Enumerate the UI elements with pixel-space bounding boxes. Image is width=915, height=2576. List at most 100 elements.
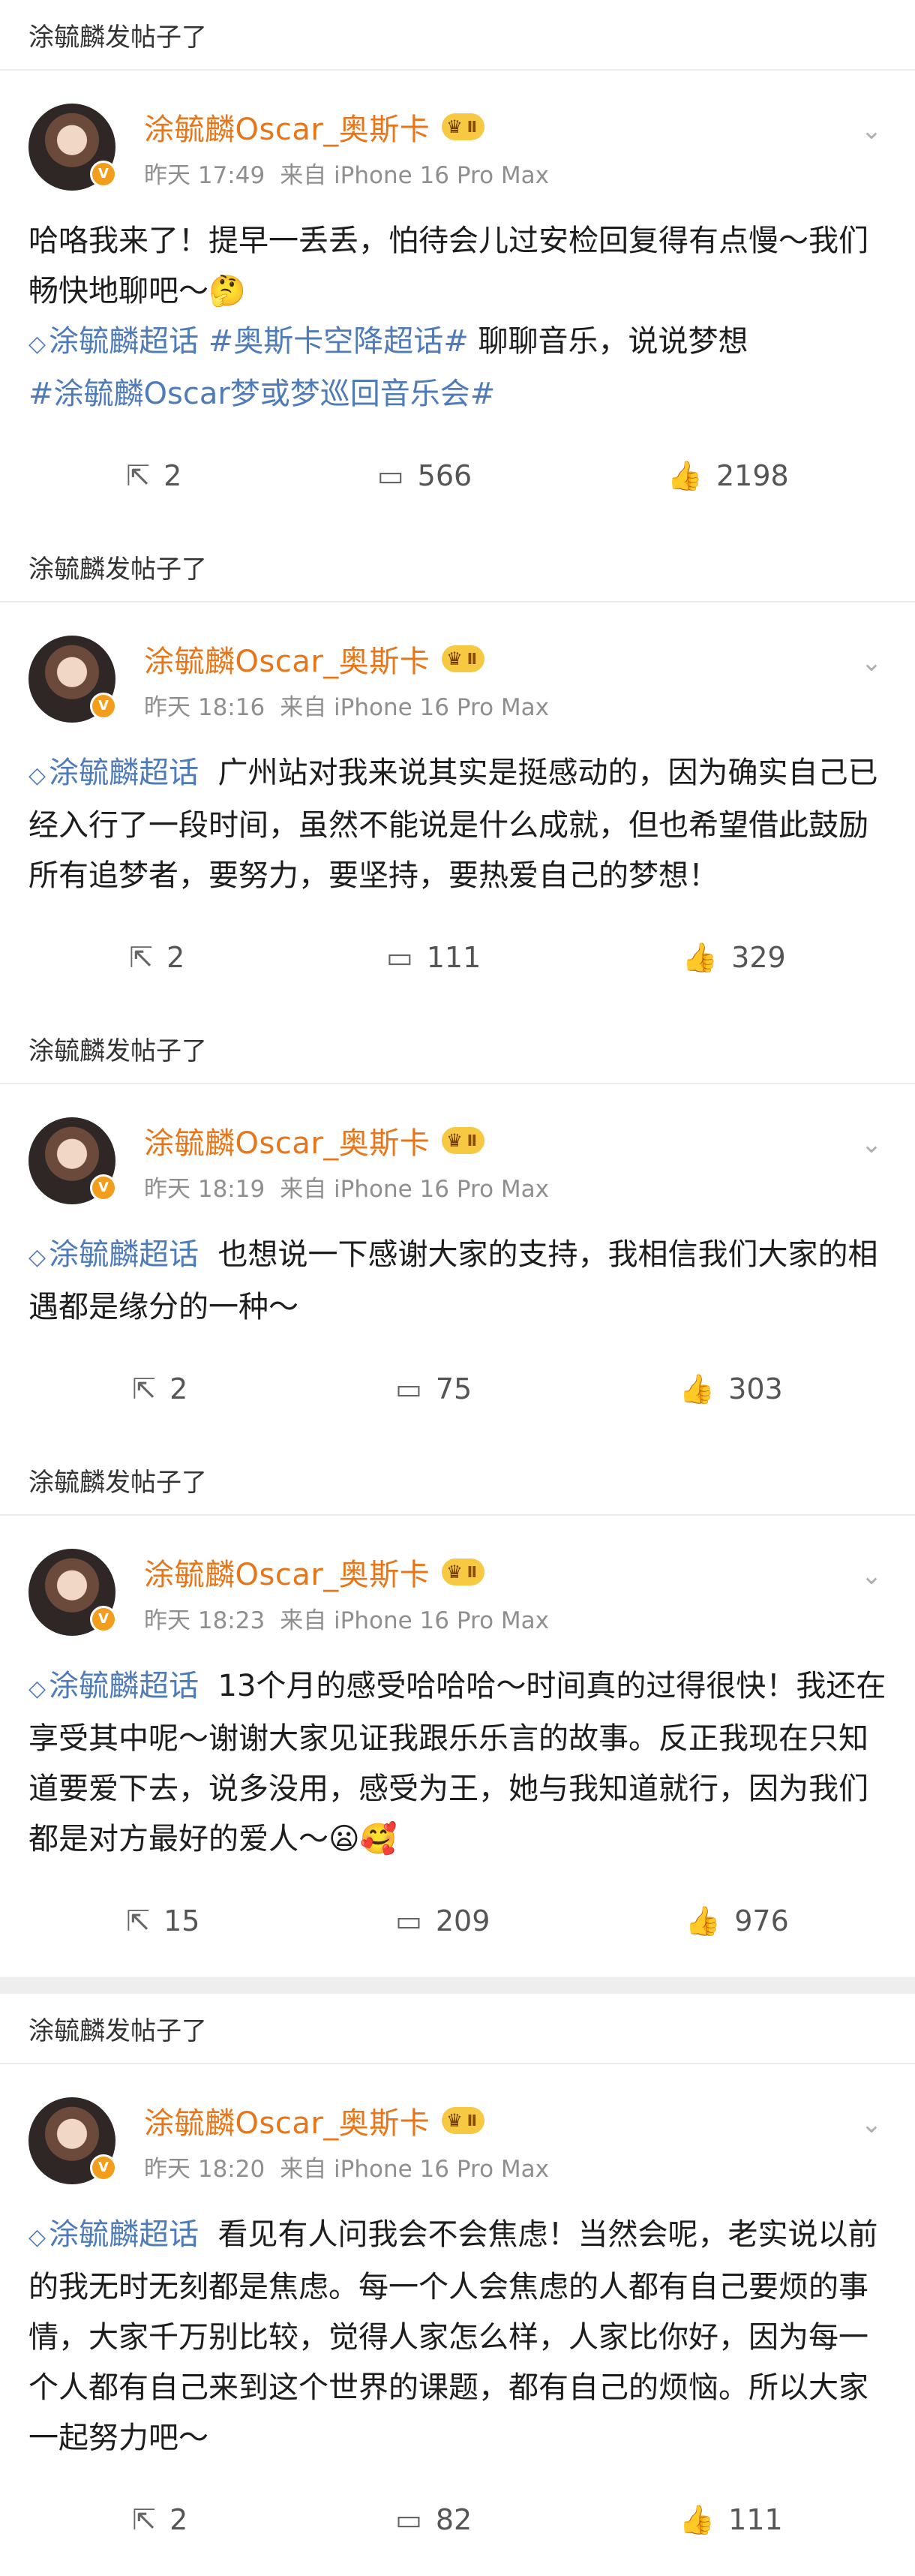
chevron-down-icon[interactable]: ⌄	[856, 1561, 886, 1591]
crown-icon: ♛	[446, 116, 463, 137]
share-icon: ⇱	[126, 1904, 151, 1937]
crown-icon: ♛	[446, 1562, 463, 1583]
comment-button[interactable]: ▭ 75	[395, 1372, 472, 1405]
section-header: 涂毓麟发帖子了	[0, 1445, 915, 1516]
post[interactable]: V 涂毓麟Oscar_奥斯卡 ♛ Ⅱ 昨天 17:49 来自 iPhone 16 P…	[0, 71, 915, 532]
comment-icon: ▭	[394, 1372, 422, 1405]
post-card: 涂毓麟发帖子了 V 涂毓麟Oscar_奥斯卡 ♛ Ⅱ 昨天 18:19 来自 iPh…	[0, 1014, 915, 1445]
verified-badge: V	[90, 1606, 117, 1633]
post[interactable]: V 涂毓麟Oscar_奥斯卡 ♛ Ⅱ 昨天 18:19 来自 iPhone 16 P…	[0, 1084, 915, 1445]
post-time: 昨天 18:16	[144, 694, 266, 721]
diamond-icon: ◇	[28, 2224, 46, 2250]
comment-icon: ▭	[376, 459, 404, 492]
diamond-icon: ◇	[28, 1244, 46, 1270]
author-name[interactable]: 涂毓麟Oscar_奥斯卡	[144, 2099, 430, 2142]
author-name[interactable]: 涂毓麟Oscar_奥斯卡	[144, 1119, 430, 1162]
comment-icon: ▭	[386, 941, 413, 974]
thumbs-up-icon: 👍	[682, 940, 718, 974]
post-source: 来自 iPhone 16 Pro Max	[280, 1176, 549, 1203]
topic-tag[interactable]: ◇ 涂毓麟超话	[28, 324, 199, 359]
avatar[interactable]: V	[28, 1117, 117, 1204]
verified-badge: V	[90, 693, 117, 720]
fan-badge[interactable]: ♛ Ⅱ	[442, 1127, 484, 1154]
verified-badge: V	[90, 1174, 117, 1201]
section-divider	[0, 1977, 915, 1994]
avatar[interactable]: V	[28, 104, 117, 191]
chevron-down-icon[interactable]: ⌄	[856, 1129, 886, 1159]
section-header: 涂毓麟发帖子了	[0, 0, 915, 71]
post-time: 昨天 18:19	[144, 1176, 266, 1203]
post-source: 来自 iPhone 16 Pro Max	[280, 2156, 549, 2183]
post-source: 来自 iPhone 16 Pro Max	[280, 694, 549, 721]
section-header: 涂毓麟发帖子了	[0, 1014, 915, 1084]
author-name[interactable]: 涂毓麟Oscar_奥斯卡	[144, 1550, 430, 1594]
topic-tag[interactable]: #涂毓麟Oscar梦或梦巡回音乐会#	[28, 377, 495, 411]
share-icon: ⇱	[129, 941, 154, 974]
post-text: ◇ 涂毓麟超话 13个月的感受哈哈哈～时间真的过得很快！我还在享受其中呢～谢谢大家…	[28, 1669, 886, 1856]
repost-button[interactable]: ⇱ 2	[129, 941, 184, 974]
avatar[interactable]: V	[28, 2097, 117, 2184]
author-name[interactable]: 涂毓麟Oscar_奥斯卡	[144, 637, 430, 681]
post-source: 来自 iPhone 16 Pro Max	[280, 162, 549, 189]
comment-button[interactable]: ▭ 82	[395, 2503, 472, 2536]
post-card: 涂毓麟发帖子了 V 涂毓麟Oscar_奥斯卡 ♛ Ⅱ 昨天 18:16 来自 iPh…	[0, 532, 915, 1014]
thumbs-up-icon: 👍	[679, 2502, 716, 2536]
share-icon: ⇱	[132, 2503, 157, 2536]
like-button[interactable]: 👍 111	[680, 2503, 783, 2537]
feed: 涂毓麟发帖子了 V 涂毓麟Oscar_奥斯卡 ♛ Ⅱ 昨天 17:49 来自 iPh…	[0, 0, 915, 2576]
verified-badge: V	[90, 2154, 117, 2181]
chevron-down-icon[interactable]: ⌄	[856, 648, 886, 678]
post-text: ◇ 涂毓麟超话 也想说一下感谢大家的支持，我相信我们大家的相遇都是缘分的一种～	[28, 1237, 878, 1324]
diamond-icon: ◇	[28, 762, 46, 789]
topic-tag[interactable]: ◇ 涂毓麟超话	[28, 756, 199, 790]
share-icon: ⇱	[126, 459, 151, 492]
post-card: 涂毓麟发帖子了 V 涂毓麟Oscar_奥斯卡 ♛ Ⅱ 昨天 17:49 来自 iPh…	[0, 0, 915, 532]
comment-button[interactable]: ▭ 209	[395, 1904, 490, 1937]
like-button[interactable]: 👍 2198	[668, 459, 789, 493]
post-time: 昨天 18:23	[144, 1607, 266, 1634]
post-time: 昨天 18:20	[144, 2156, 266, 2183]
post-card: 涂毓麟发帖子了 V 涂毓麟Oscar_奥斯卡 ♛ Ⅱ 昨天 18:20 来自 iPh…	[0, 1994, 915, 2576]
crown-icon: ♛	[446, 648, 463, 669]
repost-button[interactable]: ⇱ 2	[132, 1372, 188, 1405]
post-source: 来自 iPhone 16 Pro Max	[280, 1607, 549, 1634]
post-time: 昨天 17:49	[144, 162, 266, 189]
crown-icon: ♛	[446, 1130, 463, 1151]
like-button[interactable]: 👍 976	[686, 1904, 789, 1938]
repost-button[interactable]: ⇱ 15	[126, 1904, 200, 1937]
avatar[interactable]: V	[28, 1549, 117, 1636]
diamond-icon: ◇	[28, 331, 46, 357]
section-header: 涂毓麟发帖子了	[0, 532, 915, 603]
topic-tag[interactable]: #奥斯卡空降超话#	[208, 324, 469, 359]
post-text: ◇ 涂毓麟超话 广州站对我来说其实是挺感动的，因为确实自己已经入行了一段时间，虽然…	[28, 756, 878, 893]
chevron-down-icon[interactable]: ⌄	[856, 2109, 886, 2139]
like-button[interactable]: 👍 329	[682, 941, 786, 975]
post[interactable]: V 涂毓麟Oscar_奥斯卡 ♛ Ⅱ 昨天 18:20 来自 iPhone 16 P…	[0, 2064, 915, 2576]
share-icon: ⇱	[132, 1372, 157, 1405]
post-text: ◇ 涂毓麟超话 看见有人问我会不会焦虑！当然会呢，老实说以前的我无时无刻都是焦虑。…	[28, 2217, 878, 2455]
repost-button[interactable]: ⇱ 2	[132, 2503, 188, 2536]
fan-badge[interactable]: ♛ Ⅱ	[442, 1559, 484, 1586]
section-header: 涂毓麟发帖子了	[0, 1994, 915, 2064]
fan-badge[interactable]: ♛ Ⅱ	[442, 113, 484, 140]
like-button[interactable]: 👍 303	[680, 1372, 783, 1406]
fan-badge[interactable]: ♛ Ⅱ	[442, 2107, 484, 2134]
fan-badge[interactable]: ♛ Ⅱ	[442, 645, 484, 672]
repost-button[interactable]: ⇱ 2	[126, 459, 182, 492]
crown-icon: ♛	[446, 2110, 463, 2131]
comment-button[interactable]: ▭ 111	[386, 941, 481, 974]
topic-tag[interactable]: ◇ 涂毓麟超话	[28, 1669, 199, 1703]
topic-tag[interactable]: ◇ 涂毓麟超话	[28, 1237, 199, 1272]
post-card: 涂毓麟发帖子了 V 涂毓麟Oscar_奥斯卡 ♛ Ⅱ 昨天 18:23 来自 iPh…	[0, 1445, 915, 1977]
diamond-icon: ◇	[28, 1676, 46, 1702]
post[interactable]: V 涂毓麟Oscar_奥斯卡 ♛ Ⅱ 昨天 18:16 来自 iPhone 16 P…	[0, 603, 915, 1014]
post-text: 哈咯我来了！提早一丢丢，怕待会儿过安检回复得有点慢～我们畅快地聊吧～🤔 ◇ 涂毓麟…	[28, 224, 868, 411]
topic-tag[interactable]: ◇ 涂毓麟超话	[28, 2217, 199, 2252]
avatar[interactable]: V	[28, 636, 117, 723]
chevron-down-icon[interactable]: ⌄	[856, 116, 886, 146]
thumbs-up-icon: 👍	[667, 458, 703, 492]
author-name[interactable]: 涂毓麟Oscar_奥斯卡	[144, 105, 430, 149]
post[interactable]: V 涂毓麟Oscar_奥斯卡 ♛ Ⅱ 昨天 18:23 来自 iPhone 16 P…	[0, 1516, 915, 1977]
comment-icon: ▭	[394, 2503, 422, 2536]
comment-button[interactable]: ▭ 566	[377, 459, 472, 492]
